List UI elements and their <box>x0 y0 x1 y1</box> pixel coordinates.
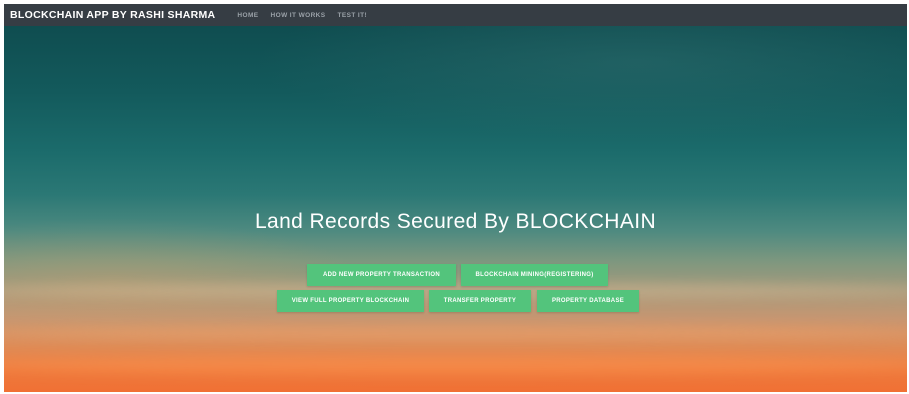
cloud-streak <box>4 326 907 340</box>
app-window: BLOCKCHAIN APP BY RASHI SHARMA HOME HOW … <box>4 4 907 392</box>
blockchain-mining-button[interactable]: BLOCKCHAIN MINING(REGISTERING) <box>461 264 608 286</box>
nav-link-how-it-works[interactable]: HOW IT WORKS <box>271 12 326 19</box>
view-full-property-blockchain-button[interactable]: VIEW FULL PROPERTY BLOCKCHAIN <box>277 290 424 312</box>
cloud-streak <box>4 356 907 374</box>
hero-section: Land Records Secured By BLOCKCHAIN ADD N… <box>4 26 907 392</box>
transfer-property-button[interactable]: TRANSFER PROPERTY <box>429 290 531 312</box>
hero-title: Land Records Secured By BLOCKCHAIN <box>254 210 657 233</box>
add-new-property-transaction-button[interactable]: ADD NEW PROPERTY TRANSACTION <box>307 264 456 286</box>
nav-links: HOME HOW IT WORKS TEST IT! <box>225 12 367 19</box>
property-database-button[interactable]: PROPERTY DATABASE <box>537 290 639 312</box>
nav-link-home[interactable]: HOME <box>237 12 258 19</box>
brand-link[interactable]: BLOCKCHAIN APP BY RASHI SHARMA <box>4 9 215 21</box>
nav-link-test-it[interactable]: TEST IT! <box>338 12 368 19</box>
navbar: BLOCKCHAIN APP BY RASHI SHARMA HOME HOW … <box>4 4 907 26</box>
